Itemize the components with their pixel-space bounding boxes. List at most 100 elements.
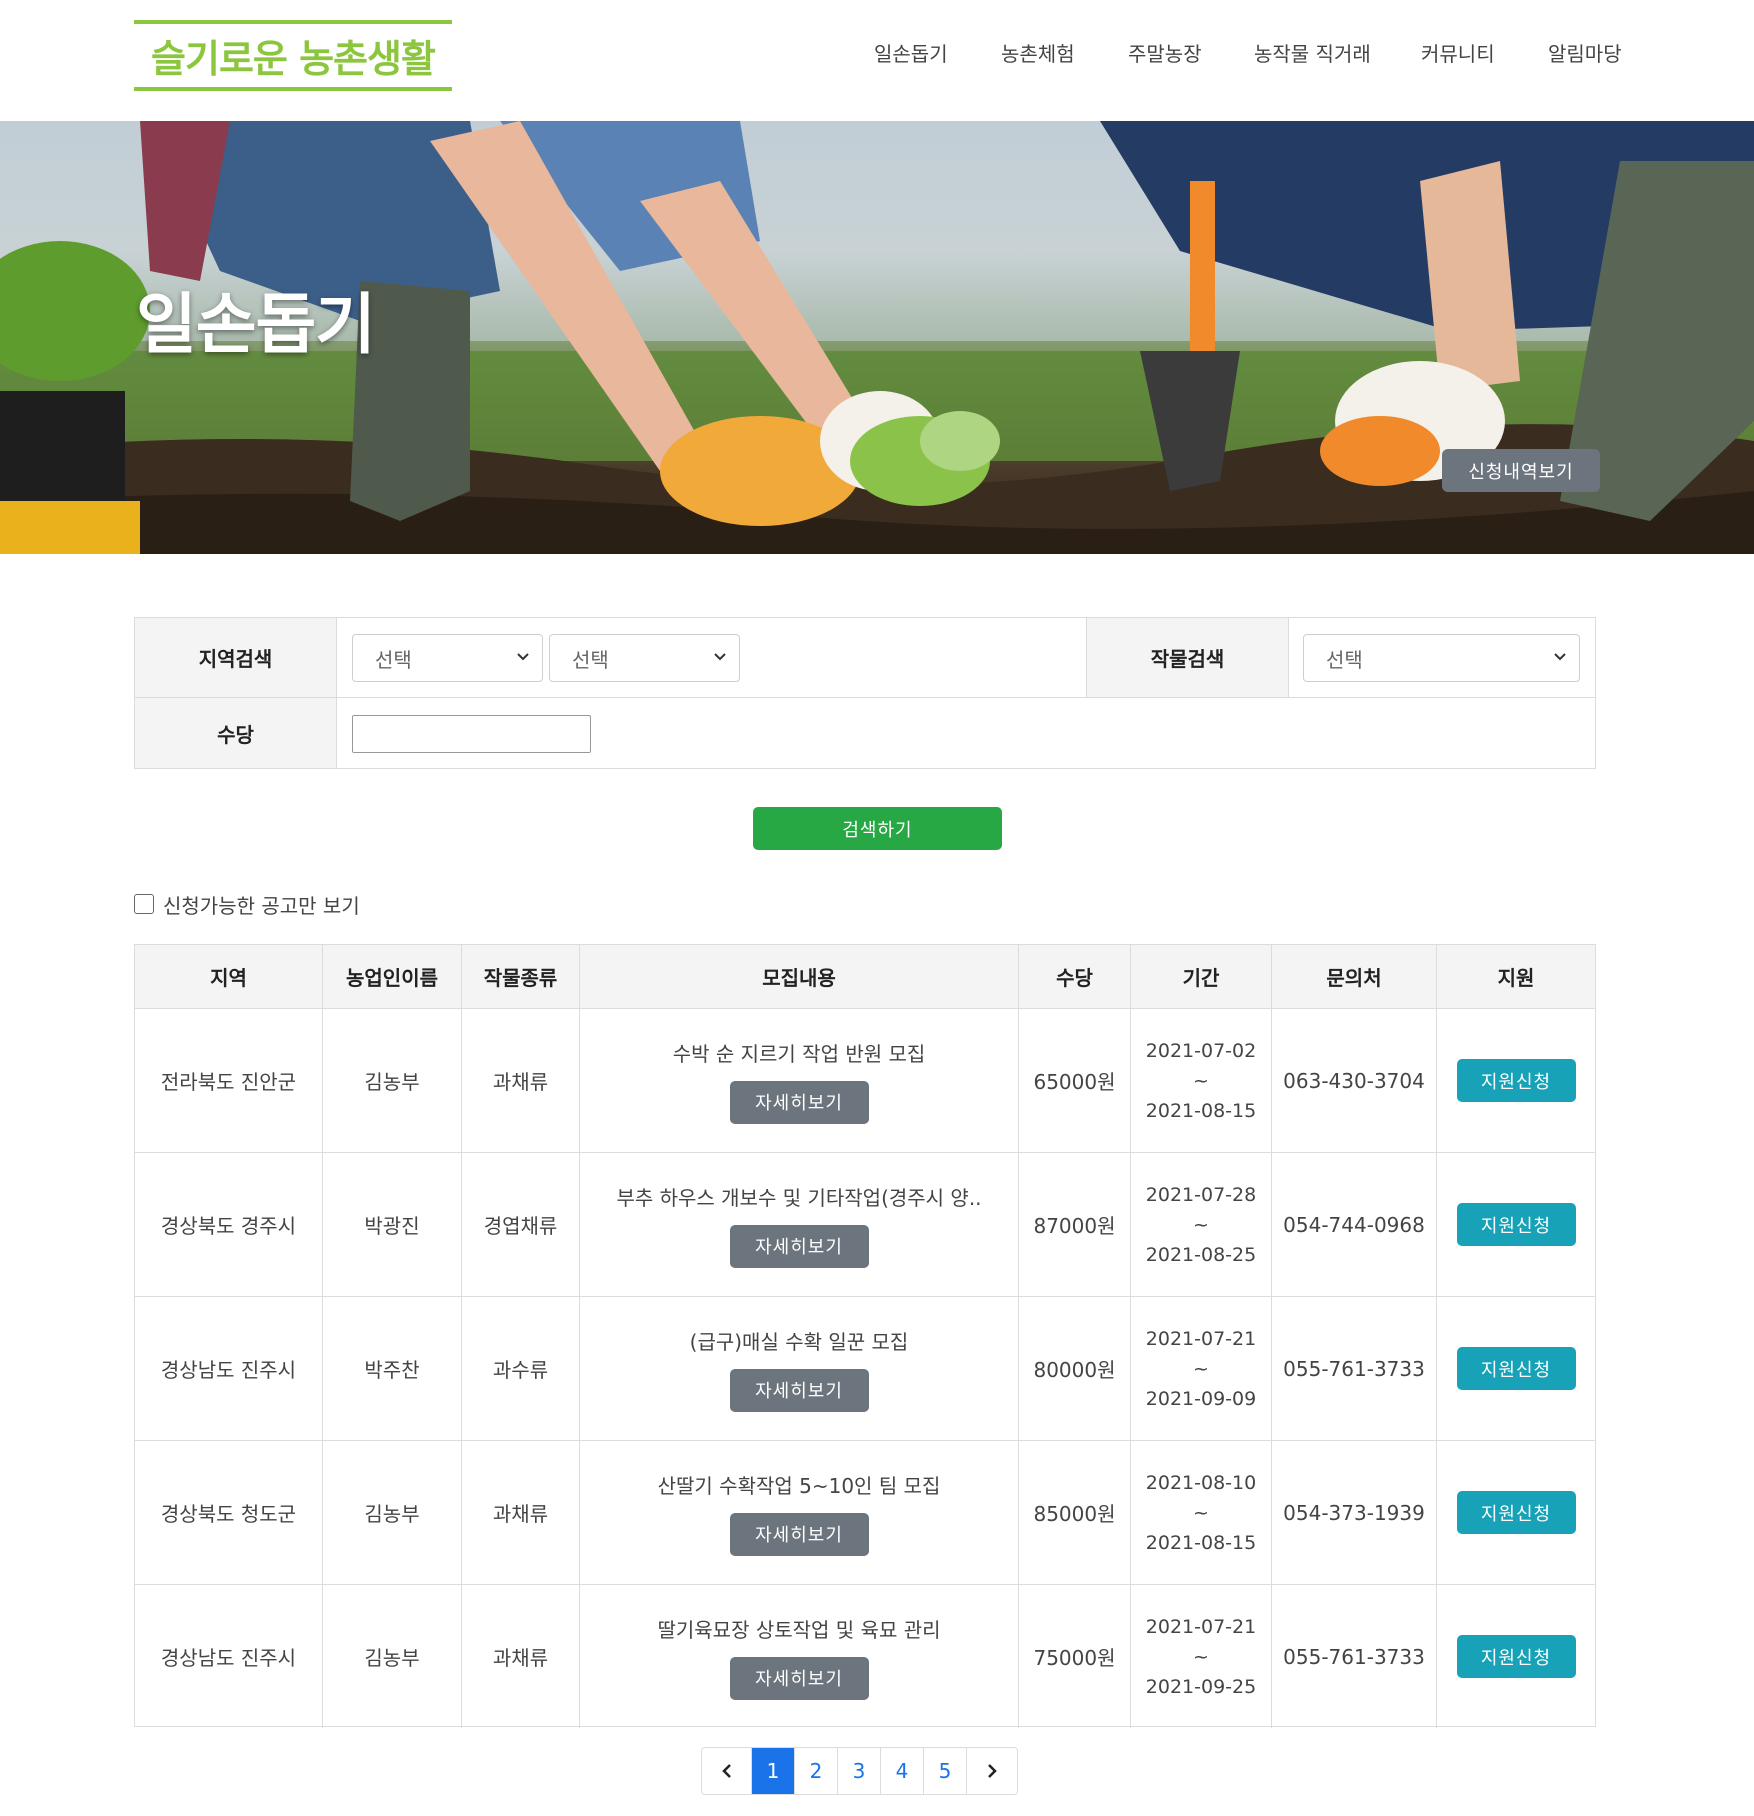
cell-region: 경상남도 진주시: [135, 1585, 323, 1728]
search-button[interactable]: 검색하기: [753, 807, 1002, 850]
available-only-checkbox[interactable]: [134, 894, 154, 914]
cell-content: 부추 하우스 개보수 및 기타작업(경주시 양.. 자세히보기: [580, 1153, 1019, 1296]
cell-crop: 과채류: [462, 1009, 580, 1152]
view-detail-button[interactable]: 자세히보기: [729, 1224, 869, 1268]
cell-farmer-text: 김농부: [364, 1646, 420, 1670]
cell-apply: 지원신청: [1437, 1153, 1595, 1296]
cell-contact: 055-761-3733: [1272, 1585, 1437, 1728]
apply-button[interactable]: 지원신청: [1456, 1491, 1576, 1534]
page-2-button[interactable]: 2: [795, 1748, 838, 1794]
cell-region-text: 경상북도 청도군: [160, 1502, 297, 1526]
page-title: 일손돕기: [136, 286, 376, 363]
cell-content: (급구)매실 수확 일꾼 모집 자세히보기: [580, 1297, 1019, 1440]
cell-contact: 054-744-0968: [1272, 1153, 1437, 1296]
next-page-button[interactable]: [967, 1748, 1017, 1794]
period-end: 2021-09-25: [1145, 1675, 1257, 1698]
cell-apply: 지원신청: [1437, 1585, 1595, 1728]
prev-page-button[interactable]: [702, 1748, 752, 1794]
site-logo[interactable]: 슬기로운 농촌생활: [134, 20, 452, 91]
period-end: 2021-08-25: [1145, 1243, 1257, 1266]
pagination: 1 2 3 4 5: [701, 1747, 1018, 1795]
cell-wage: 65000원: [1019, 1009, 1131, 1152]
cell-period: 2021-07-28 ~2021-08-25: [1131, 1153, 1272, 1296]
period-sep: ~: [1193, 1357, 1209, 1380]
nav-item-direct-trade[interactable]: 농작물 직거래: [1254, 38, 1371, 74]
cell-content: 딸기육묘장 상토작업 및 육묘 관리자세히보기: [580, 1585, 1019, 1728]
nav-item-community[interactable]: 커뮤니티: [1421, 38, 1495, 74]
crop-select[interactable]: 선택: [1303, 634, 1580, 682]
apply-button[interactable]: 지원신청: [1456, 1203, 1576, 1246]
cell-wage: 85000원: [1019, 1441, 1131, 1584]
cell-contact-text: 054-744-0968: [1283, 1212, 1425, 1237]
cell-wage-text: 65000원: [1033, 1070, 1116, 1094]
period-start: 2021-07-02: [1145, 1039, 1257, 1062]
cell-content: 산딸기 수확작업 5~10인 팀 모집자세히보기: [580, 1441, 1019, 1584]
job-title: 딸기육묘장 상토작업 및 육묘 관리: [657, 1617, 941, 1642]
cell-region: 경상북도 청도군: [135, 1441, 323, 1584]
period-start: 2021-07-21: [1145, 1615, 1257, 1638]
column-header-region: 지역: [135, 945, 323, 1009]
apply-button[interactable]: 지원신청: [1456, 1347, 1576, 1390]
crop-search-label: 작물검색: [1087, 618, 1289, 698]
chevron-down-icon: [714, 653, 726, 661]
apply-button[interactable]: 지원신청: [1456, 1059, 1576, 1102]
cell-wage-text: 87000원: [1033, 1214, 1116, 1238]
region-city-select[interactable]: 선택: [549, 634, 740, 682]
region-province-select[interactable]: 선택: [352, 634, 543, 682]
cell-crop: 과수류: [462, 1297, 580, 1440]
available-only-filter[interactable]: 신청가능한 공고만 보기: [134, 889, 360, 919]
column-header-content: 모집내용: [580, 945, 1019, 1009]
job-title: 산딸기 수확작업 5~10인 팀 모집: [657, 1473, 941, 1498]
page-4-button[interactable]: 4: [881, 1748, 924, 1794]
column-header-crop: 작물종류: [462, 945, 580, 1009]
cell-farmer-text: 김농부: [364, 1070, 420, 1094]
nav-item-notice[interactable]: 알림마당: [1548, 38, 1622, 74]
view-detail-button[interactable]: 자세히보기: [729, 1080, 869, 1124]
cell-region: 경상남도 진주시: [135, 1297, 323, 1440]
cell-crop-text: 과채류: [492, 1070, 549, 1094]
job-title: 수박 순 지르기 작업 반원 모집: [672, 1041, 926, 1066]
period-sep: ~: [1193, 1501, 1209, 1524]
page-5-button[interactable]: 5: [924, 1748, 967, 1794]
view-detail-button[interactable]: 자세히보기: [729, 1368, 869, 1412]
cell-farmer-text: 박광진: [364, 1214, 420, 1238]
cell-contact: 063-430-3704: [1272, 1009, 1437, 1152]
cell-contact-text: 055-761-3733: [1283, 1644, 1425, 1669]
page-1-button[interactable]: 1: [752, 1748, 795, 1794]
cell-wage: 75000원: [1019, 1585, 1131, 1728]
period-start: 2021-07-28: [1145, 1183, 1257, 1206]
cell-apply: 지원신청: [1437, 1441, 1595, 1584]
wage-input[interactable]: [352, 715, 591, 753]
view-detail-button[interactable]: 자세히보기: [729, 1656, 869, 1700]
cell-crop: 과채류: [462, 1585, 580, 1728]
cell-wage: 87000원: [1019, 1153, 1131, 1296]
cell-contact-text: 063-430-3704: [1283, 1068, 1425, 1093]
cell-region: 전라북도 진안군: [135, 1009, 323, 1152]
cell-wage: 80000원: [1019, 1297, 1131, 1440]
job-title: 부추 하우스 개보수 및 기타작업(경주시 양..: [616, 1185, 982, 1210]
chevron-down-icon: [517, 653, 529, 661]
cell-wage-text: 80000원: [1033, 1358, 1116, 1382]
chevron-down-icon: [1554, 653, 1566, 661]
nav-item-help[interactable]: 일손돕기: [874, 38, 948, 74]
nav-item-weekend-farm[interactable]: 주말농장: [1128, 38, 1202, 74]
cell-apply: 지원신청: [1437, 1297, 1595, 1440]
cell-crop: 과채류: [462, 1441, 580, 1584]
cell-wage-text: 85000원: [1033, 1502, 1116, 1526]
period-end: 2021-08-15: [1145, 1099, 1257, 1122]
cell-crop-text: 과채류: [492, 1646, 549, 1670]
page-3-button[interactable]: 3: [838, 1748, 881, 1794]
cell-crop: 경엽채류: [462, 1153, 580, 1296]
crop-select-value: 선택: [1326, 647, 1363, 672]
view-detail-button[interactable]: 자세히보기: [729, 1512, 869, 1556]
view-history-button[interactable]: 신청내역보기: [1442, 449, 1600, 492]
period-sep: ~: [1193, 1213, 1209, 1236]
period-end: 2021-09-09: [1145, 1387, 1257, 1410]
apply-button[interactable]: 지원신청: [1456, 1635, 1576, 1678]
cell-contact-text: 054-373-1939: [1283, 1500, 1425, 1525]
table-row: 경상남도 진주시 김농부 과채류 딸기육묘장 상토작업 및 육묘 관리 자세히보기 750…: [135, 1585, 1595, 1729]
cell-contact-text: 055-761-3733: [1283, 1356, 1425, 1381]
nav-item-experience[interactable]: 농촌체험: [1001, 38, 1075, 74]
cell-apply: 지원신청: [1437, 1009, 1595, 1152]
cell-region-text: 경상남도 진주시: [160, 1646, 297, 1670]
